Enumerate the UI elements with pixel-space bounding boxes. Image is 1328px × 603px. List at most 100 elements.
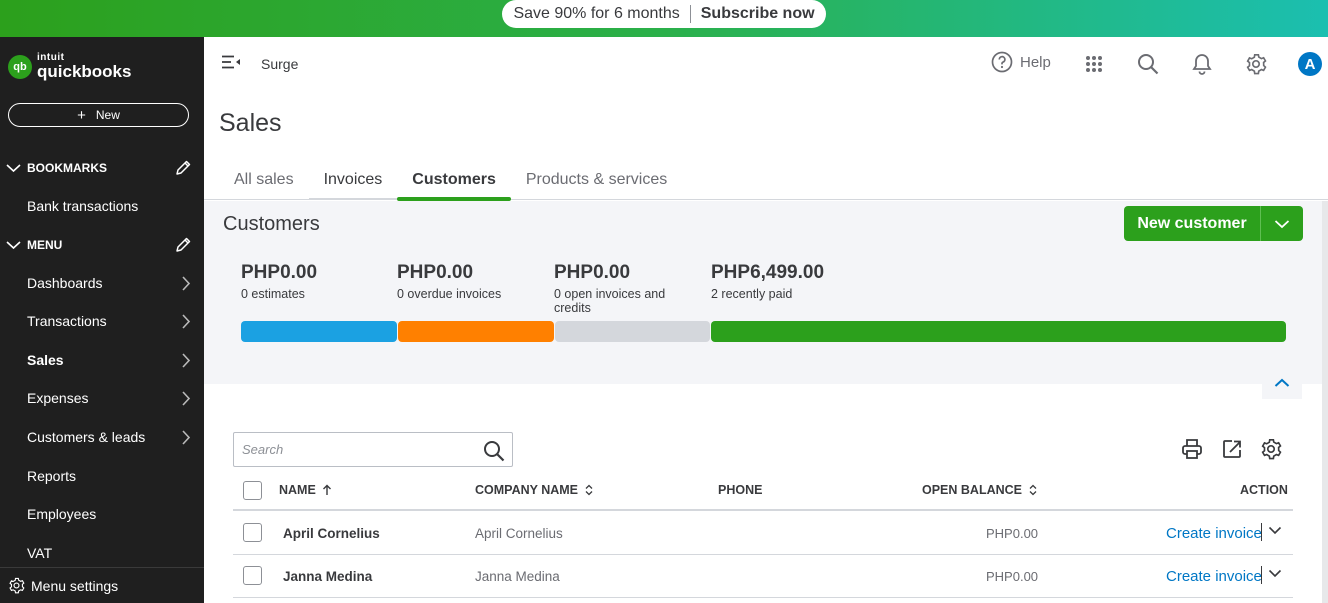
- create-invoice-link[interactable]: Create invoice: [1166, 525, 1262, 542]
- edit-bookmarks-pencil-icon[interactable]: [174, 159, 192, 177]
- new-button-label: New: [95, 108, 120, 122]
- sidebar-item-customers-leads[interactable]: Customers & leads: [0, 419, 204, 455]
- sort-toggle-icon: [1028, 484, 1038, 496]
- help-button[interactable]: Help: [991, 51, 1051, 73]
- collapse-summary-button[interactable]: [1262, 366, 1302, 399]
- sidebar-item-label: VAT: [27, 545, 53, 561]
- stat-amount: PHP0.00: [397, 262, 474, 283]
- column-header-phone: PHONE: [718, 483, 762, 497]
- customers-summary-panel: Customers New customer PHP0.00 0 estimat…: [204, 201, 1328, 399]
- page-title: Sales: [219, 109, 282, 137]
- tab-products-services[interactable]: Products & services: [511, 160, 682, 199]
- open-balance-cell: PHP0.00: [986, 526, 1039, 541]
- search-input[interactable]: [242, 442, 472, 457]
- select-all-checkbox[interactable]: [243, 481, 262, 500]
- sidebar-item-vat[interactable]: VAT: [0, 535, 204, 571]
- search-icon[interactable]: [483, 440, 505, 462]
- edit-menu-pencil-icon[interactable]: [174, 236, 192, 254]
- menu-label: MENU: [27, 238, 63, 252]
- stat-estimates[interactable]: PHP0.00 0 estimates: [241, 262, 371, 302]
- column-header-label: ACTION: [1240, 483, 1288, 497]
- row-action-dropdown-chevron-icon[interactable]: [1268, 569, 1282, 578]
- new-customer-button-group: New customer: [1124, 206, 1303, 241]
- estimates-bar-segment[interactable]: [241, 321, 397, 342]
- sort-ascending-icon: [322, 484, 332, 496]
- collapse-menu-icon[interactable]: [221, 55, 241, 69]
- table-row[interactable]: April Cornelius April Cornelius PHP0.00 …: [233, 512, 1293, 555]
- action-divider: [1261, 566, 1262, 584]
- create-invoice-link[interactable]: Create invoice: [1166, 568, 1262, 585]
- new-customer-dropdown[interactable]: [1261, 206, 1303, 241]
- bookmarks-section-toggle[interactable]: BOOKMARKS: [0, 154, 204, 182]
- company-name: Surge: [261, 56, 299, 72]
- tab-all-sales[interactable]: All sales: [219, 160, 309, 199]
- sidebar-item-employees[interactable]: Employees: [0, 496, 204, 532]
- apps-grid-icon[interactable]: [1085, 55, 1103, 73]
- sidebar-item-label: Bank transactions: [27, 198, 139, 214]
- tab-customers[interactable]: Customers: [397, 160, 511, 201]
- action-divider: [1261, 523, 1262, 541]
- new-button[interactable]: + New: [8, 103, 189, 127]
- stat-open-invoices[interactable]: PHP0.00 0 open invoices and credits: [554, 262, 684, 316]
- chevron-right-icon: [182, 353, 191, 368]
- search-icon[interactable]: [1137, 53, 1159, 75]
- stat-description: 0 overdue invoices: [397, 287, 502, 301]
- chevron-right-icon: [182, 391, 191, 406]
- sidebar-item-dashboards[interactable]: Dashboards: [0, 265, 204, 301]
- notifications-bell-icon[interactable]: [1192, 53, 1212, 75]
- customer-name-link[interactable]: Janna Medina: [283, 569, 372, 584]
- quickbooks-logo[interactable]: qb intuit quickbooks: [8, 53, 131, 80]
- row-checkbox[interactable]: [243, 523, 262, 542]
- table-row[interactable]: Janna Medina Janna Medina PHP0.00 Create…: [233, 555, 1293, 598]
- column-header-name[interactable]: NAME: [279, 483, 332, 497]
- open-invoices-bar-segment[interactable]: [555, 321, 710, 342]
- menu-settings-button[interactable]: Menu settings: [0, 567, 204, 603]
- menu-settings-label: Menu settings: [31, 577, 119, 594]
- print-icon[interactable]: [1181, 438, 1203, 460]
- sidebar-item-label: Expenses: [27, 390, 89, 406]
- customer-name-link[interactable]: April Cornelius: [283, 526, 380, 541]
- table-settings-gear-icon[interactable]: [1260, 438, 1282, 460]
- settings-gear-icon[interactable]: [1245, 53, 1267, 75]
- logo-quickbooks-text: quickbooks: [37, 62, 132, 81]
- column-header-label: OPEN BALANCE: [922, 483, 1023, 497]
- sidebar-item-sales[interactable]: Sales: [0, 342, 204, 378]
- chevron-down-icon: [1274, 219, 1290, 228]
- row-action-dropdown-chevron-icon[interactable]: [1268, 526, 1282, 535]
- promo-pill[interactable]: Save 90% for 6 months Subscribe now: [502, 0, 826, 28]
- bookmarks-label: BOOKMARKS: [27, 161, 107, 175]
- overdue-bar-segment[interactable]: [398, 321, 554, 342]
- stat-overdue-invoices[interactable]: PHP0.00 0 overdue invoices: [397, 262, 527, 302]
- customers-table-header: NAME COMPANY NAME PHONE OPEN BALANCE ACT…: [233, 471, 1293, 511]
- promo-offer: Save 90% for 6 months: [513, 5, 691, 23]
- plus-icon: +: [77, 106, 86, 124]
- sidebar-item-label: Employees: [27, 506, 97, 522]
- new-customer-button[interactable]: New customer: [1124, 206, 1261, 241]
- chevron-right-icon: [182, 314, 191, 329]
- sidebar-item-transactions[interactable]: Transactions: [0, 303, 204, 339]
- paid-bar-segment[interactable]: [711, 321, 1286, 342]
- tab-invoices[interactable]: Invoices: [308, 160, 398, 200]
- subscribe-now-link[interactable]: Subscribe now: [691, 5, 815, 23]
- column-header-label: PHONE: [718, 483, 763, 497]
- export-icon[interactable]: [1221, 438, 1243, 460]
- summary-title: Customers: [223, 213, 320, 235]
- column-header-open-balance[interactable]: OPEN BALANCE: [922, 483, 1038, 497]
- sidebar-item-label: Dashboards: [27, 275, 103, 291]
- sidebar-item-expenses[interactable]: Expenses: [0, 380, 204, 416]
- column-header-company[interactable]: COMPANY NAME: [475, 483, 594, 497]
- sidebar-item-reports[interactable]: Reports: [0, 458, 204, 494]
- chevron-right-icon: [182, 276, 191, 291]
- customer-search-box[interactable]: [233, 432, 513, 467]
- sort-toggle-icon: [584, 484, 594, 496]
- stat-description: 0 open invoices and credits: [554, 287, 666, 315]
- menu-section-toggle[interactable]: MENU: [0, 231, 204, 259]
- scrollbar[interactable]: [1322, 201, 1328, 603]
- user-avatar[interactable]: A: [1298, 52, 1322, 76]
- chevron-up-icon: [1274, 378, 1290, 387]
- row-checkbox[interactable]: [243, 566, 262, 585]
- help-question-icon: [991, 51, 1013, 73]
- sidebar-item-label: Customers & leads: [27, 429, 146, 445]
- sidebar-item-bank-transactions[interactable]: Bank transactions: [0, 188, 204, 224]
- stat-recently-paid[interactable]: PHP6,499.00 2 recently paid: [711, 262, 841, 302]
